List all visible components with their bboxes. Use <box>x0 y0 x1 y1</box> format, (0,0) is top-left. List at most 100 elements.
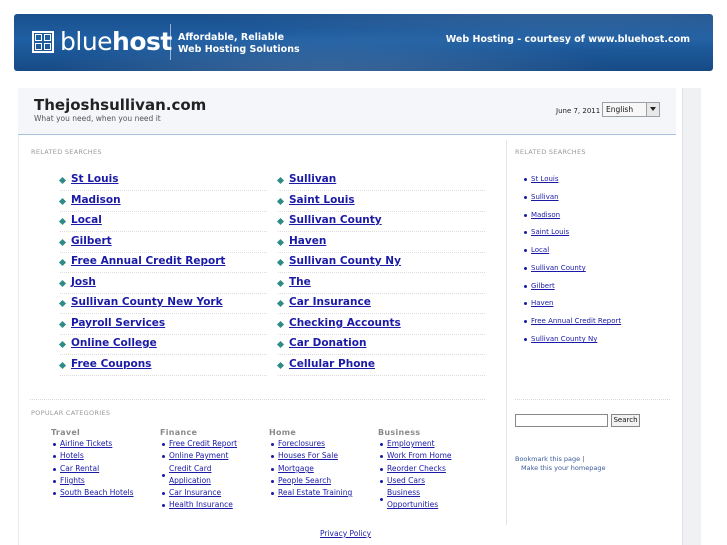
column-divider <box>506 140 507 525</box>
site-subtitle: What you need, when you need it <box>34 114 161 123</box>
sidebar-link[interactable]: Haven <box>523 299 553 307</box>
diamond-bullet-icon <box>276 340 285 349</box>
chevron-down-icon[interactable] <box>646 103 659 116</box>
category-link[interactable]: Health Insurance <box>162 499 233 511</box>
search-input[interactable] <box>515 414 608 427</box>
list-item[interactable]: Sullivan County Ny <box>276 253 485 273</box>
related-link[interactable]: Free Annual Credit Report <box>71 255 225 267</box>
sidebar-link[interactable]: Free Annual Credit Report <box>523 317 621 325</box>
diamond-bullet-icon <box>276 279 285 288</box>
diamond-bullet-icon <box>276 176 285 185</box>
list-item[interactable]: Online College <box>58 335 267 355</box>
list-item[interactable]: Car Donation <box>276 335 485 355</box>
sidebar-link[interactable]: Gilbert <box>524 282 555 290</box>
list-item[interactable]: Sullivan County New York <box>58 294 267 314</box>
sidebar-link[interactable]: Sullivan County <box>524 264 586 272</box>
list-item[interactable]: The <box>276 274 485 294</box>
related-searches-heading: RELATED SEARCHES <box>31 148 102 156</box>
category-link[interactable]: Business Opportunities <box>379 487 438 512</box>
sidebar-link[interactable]: Sullivan County Ny <box>523 335 597 343</box>
related-link[interactable]: Checking Accounts <box>289 317 401 329</box>
category-link[interactable]: Credit Card Application <box>161 463 211 488</box>
category-link[interactable]: Airline Tickets <box>52 438 112 450</box>
diamond-bullet-icon <box>58 279 67 288</box>
related-link[interactable]: Haven <box>289 235 326 247</box>
category-link[interactable]: Foreclosures <box>270 438 325 450</box>
language-select[interactable]: English <box>602 102 660 117</box>
related-link[interactable]: Sullivan <box>289 173 336 185</box>
diamond-bullet-icon <box>276 320 285 329</box>
privacy-policy-link[interactable]: Privacy Policy <box>320 529 371 538</box>
category-home-title: Home <box>269 428 297 437</box>
related-link[interactable]: Saint Louis <box>289 194 355 206</box>
category-link[interactable]: Mortgage <box>271 463 314 475</box>
homepage-link[interactable]: Make this your homepage <box>515 464 605 473</box>
category-link[interactable]: Used Cars <box>380 475 425 487</box>
bluehost-banner[interactable]: bluehost Affordable, Reliable Web Hostin… <box>14 14 713 71</box>
category-link[interactable]: Online Payment <box>161 450 228 462</box>
related-link[interactable]: Sullivan County New York <box>71 296 223 308</box>
category-link[interactable]: Car Insurance <box>161 487 221 499</box>
sidebar-link[interactable]: Local <box>523 246 549 254</box>
category-link[interactable]: South Beach Hotels <box>53 487 134 499</box>
list-item[interactable]: Josh <box>58 274 267 294</box>
related-link[interactable]: Madison <box>71 194 121 206</box>
diamond-bullet-icon <box>58 320 67 329</box>
diamond-bullet-icon <box>58 176 67 185</box>
search-button[interactable]: Search <box>611 414 640 427</box>
category-link[interactable]: Employment <box>380 438 435 450</box>
list-item[interactable]: Saint Louis <box>276 192 485 212</box>
sidebar-link[interactable]: St Louis <box>524 175 559 183</box>
list-item[interactable]: Local <box>58 212 267 232</box>
list-item[interactable]: Madison <box>58 192 267 212</box>
diamond-bullet-icon <box>58 340 67 349</box>
related-link[interactable]: Gilbert <box>71 235 112 247</box>
bookmark-link[interactable]: Bookmark this page <box>515 455 580 463</box>
sidebar-link[interactable]: Madison <box>523 211 560 219</box>
diamond-bullet-icon <box>276 361 285 370</box>
current-date: June 7, 2011 <box>556 107 601 115</box>
list-item[interactable]: Car Insurance <box>276 294 485 314</box>
related-link[interactable]: Free Coupons <box>71 358 151 370</box>
list-item[interactable]: Payroll Services <box>58 315 267 335</box>
related-link[interactable]: The <box>289 276 311 288</box>
related-link[interactable]: Josh <box>71 276 96 288</box>
related-link[interactable]: Cellular Phone <box>289 358 375 370</box>
diamond-bullet-icon <box>58 197 67 206</box>
related-link[interactable]: Local <box>71 214 102 226</box>
bluehost-logo[interactable]: bluehost <box>32 27 172 56</box>
popular-categories-heading: POPULAR CATEGORIES <box>31 409 111 417</box>
category-link[interactable]: Flights <box>53 475 85 487</box>
popular-divider <box>30 399 485 400</box>
related-link[interactable]: Sullivan County Ny <box>289 255 401 267</box>
related-link[interactable]: St Louis <box>71 173 118 185</box>
related-link[interactable]: Payroll Services <box>71 317 165 329</box>
category-link[interactable]: Car Rental <box>52 463 99 475</box>
related-link[interactable]: Car Insurance <box>289 296 371 308</box>
list-item[interactable]: Free Coupons <box>58 356 267 376</box>
related-link[interactable]: Online College <box>71 337 157 349</box>
category-link[interactable]: People Search <box>270 475 331 487</box>
category-link[interactable]: Free Credit Report <box>161 438 237 450</box>
category-link[interactable]: Hotels <box>53 450 84 462</box>
sidebar-link[interactable]: Sullivan <box>524 193 559 201</box>
list-item[interactable]: Free Annual Credit Report <box>58 253 267 273</box>
list-item[interactable]: Sullivan <box>276 171 485 191</box>
category-link[interactable]: Reorder Checks <box>380 463 446 475</box>
site-header: Thejoshsullivan.com What you need, when … <box>18 88 676 135</box>
banner-courtesy[interactable]: Web Hosting - courtesy of www.bluehost.c… <box>446 34 690 45</box>
sidebar-link[interactable]: Saint Louis <box>523 228 569 236</box>
list-item[interactable]: Sullivan County <box>276 212 485 232</box>
right-gutter <box>682 88 701 545</box>
category-link[interactable]: Houses For Sale <box>271 450 338 462</box>
diamond-bullet-icon <box>58 258 67 267</box>
category-link[interactable]: Work From Home <box>380 450 452 462</box>
category-link[interactable]: Real Estate Training <box>270 487 352 499</box>
list-item[interactable]: Checking Accounts <box>276 315 485 335</box>
related-link[interactable]: Sullivan County <box>289 214 382 226</box>
related-link[interactable]: Car Donation <box>289 337 366 349</box>
list-item[interactable]: Haven <box>276 233 485 253</box>
list-item[interactable]: Cellular Phone <box>276 356 485 376</box>
list-item[interactable]: Gilbert <box>58 233 267 253</box>
list-item[interactable]: St Louis <box>58 171 267 191</box>
